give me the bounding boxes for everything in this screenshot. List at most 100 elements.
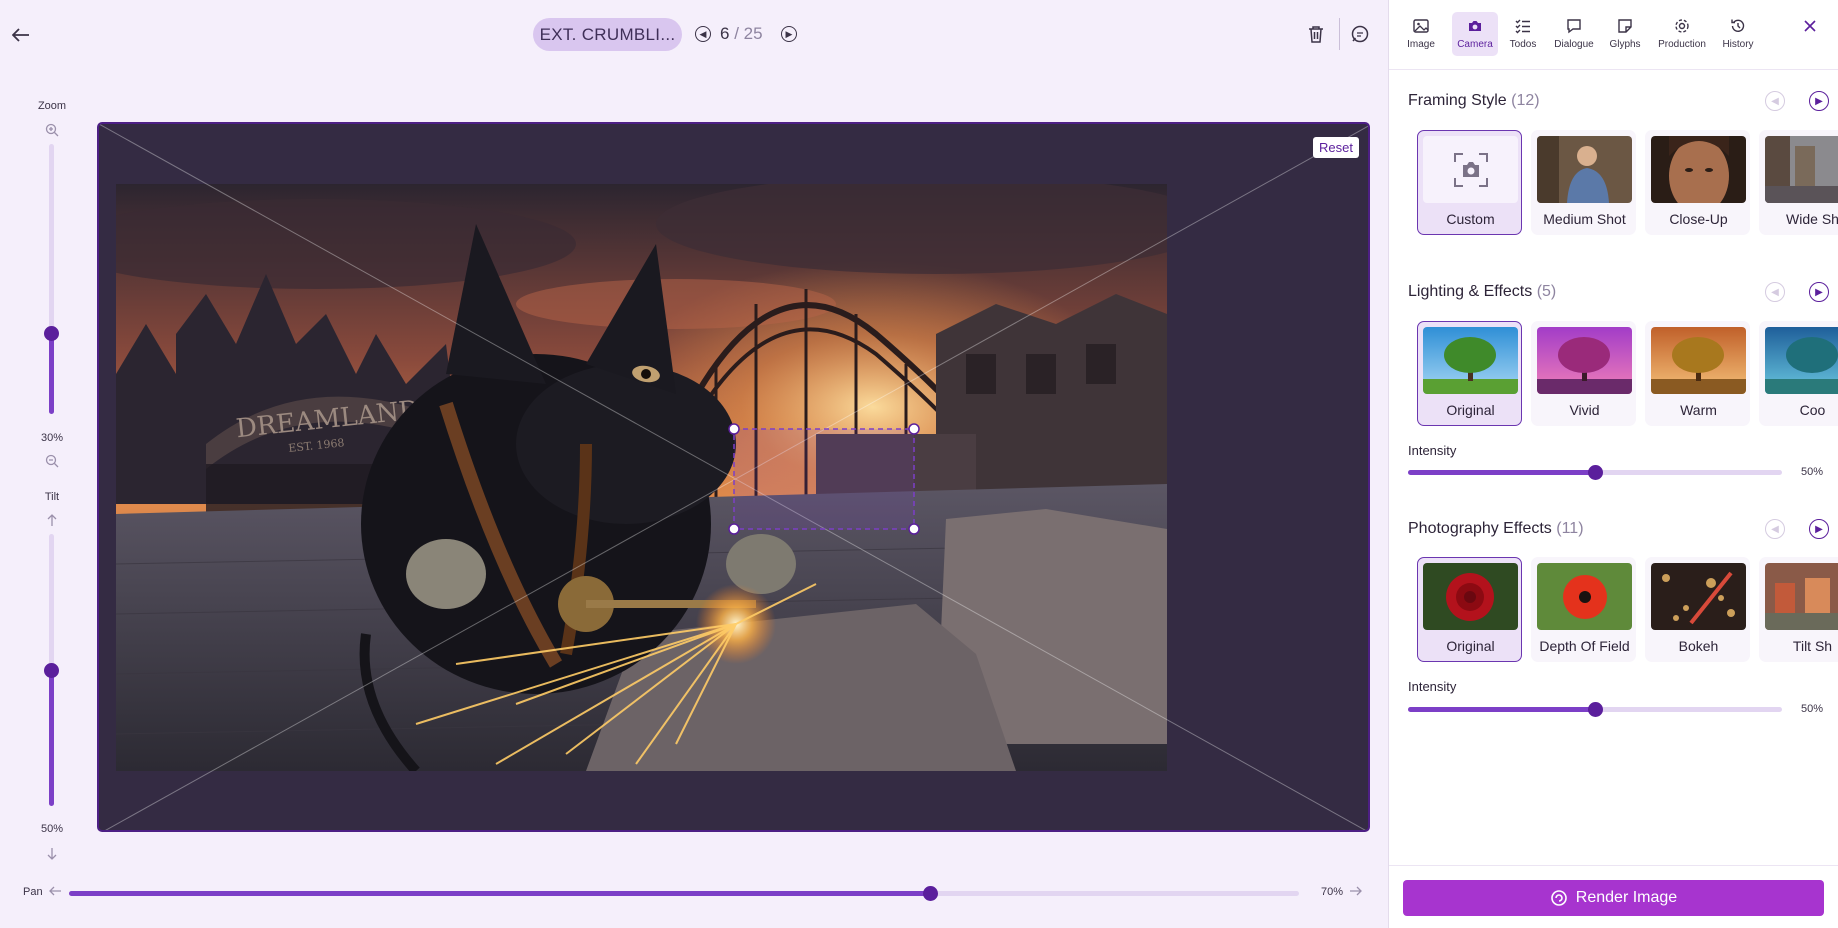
card-label: Medium Shot (1543, 211, 1626, 227)
photography-next-button[interactable]: ▶ (1809, 519, 1829, 539)
card-label: Vivid (1569, 402, 1600, 418)
history-icon (1731, 19, 1745, 32)
tab-image[interactable]: Image (1401, 12, 1441, 56)
gear-icon (1675, 19, 1689, 33)
prev-page-button[interactable]: ◀ (695, 26, 711, 42)
scene-title-pill[interactable]: EXT. CRUMBLI... (533, 18, 682, 51)
zoom-out-icon[interactable] (44, 454, 60, 471)
tilt-slider-thumb[interactable] (44, 663, 59, 678)
tab-glyphs[interactable]: Glyphs (1603, 12, 1647, 56)
arrow-down-icon[interactable] (44, 847, 60, 864)
toolbar-divider (1339, 18, 1340, 50)
arrow-right-small-icon[interactable] (1349, 884, 1363, 902)
photo-card-tilt-shift[interactable]: Tilt Sh (1759, 557, 1838, 662)
tilt-slider[interactable] (44, 534, 59, 806)
tab-todos[interactable]: Todos (1503, 12, 1543, 56)
image-stage[interactable]: DREAMLAND EST. 1968 Reset (97, 122, 1370, 832)
framing-style-title: Framing Style (12) (1408, 92, 1540, 110)
canvas-area: EXT. CRUMBLI... ◀ 6 / 25 ▶ Zoom 30% Tilt (0, 0, 1388, 928)
card-label: Wide Sh (1786, 211, 1838, 227)
arrow-up-icon[interactable] (44, 513, 60, 530)
lighting-intensity-label: Intensity (1408, 443, 1457, 458)
trash-icon (1309, 26, 1323, 43)
photo-card-bokeh[interactable]: Bokeh (1645, 557, 1750, 662)
zoom-slider[interactable] (44, 144, 59, 414)
lighting-card-original[interactable]: Original (1417, 321, 1522, 426)
framing-card-medium-shot[interactable]: Medium Shot (1531, 130, 1636, 235)
card-label: Tilt Sh (1792, 638, 1833, 654)
comment-icon (1351, 25, 1369, 43)
lighting-intensity-slider[interactable] (1408, 465, 1782, 480)
card-label: Bokeh (1678, 638, 1719, 654)
tab-production[interactable]: Production (1651, 12, 1713, 56)
framing-card-custom[interactable]: Custom (1417, 130, 1522, 235)
lighting-intensity-fill (1408, 470, 1595, 475)
card-thumb (1423, 327, 1518, 394)
card-label: Depth Of Field (1539, 638, 1630, 654)
camera-panel: Image Camera Todos Dialogue Glyphs Produ… (1388, 0, 1838, 928)
lighting-card-warm[interactable]: Warm (1645, 321, 1750, 426)
zoom-label: Zoom (37, 100, 67, 112)
lighting-intensity-thumb[interactable] (1588, 465, 1603, 480)
lighting-effects-options: Original Vivid Warm Coo (1389, 321, 1838, 431)
photo-card-original[interactable]: Original (1417, 557, 1522, 662)
card-thumb (1537, 563, 1632, 630)
comments-button[interactable] (1350, 24, 1370, 46)
photography-intensity-thumb[interactable] (1588, 702, 1603, 717)
card-thumb (1651, 136, 1746, 203)
tab-label: Glyphs (1609, 39, 1641, 50)
next-page-button[interactable]: ▶ (781, 26, 797, 42)
page-counter: 6 / 25 (720, 24, 763, 44)
card-thumb (1765, 563, 1838, 630)
card-thumb (1423, 563, 1518, 630)
close-panel-button[interactable] (1804, 16, 1816, 37)
chevron-right-icon: ▶ (1815, 286, 1823, 298)
zoom-slider-thumb[interactable] (44, 326, 59, 341)
tab-label: Todos (1509, 39, 1537, 50)
pan-slider-thumb[interactable] (923, 886, 938, 901)
custom-camera-icon (1453, 152, 1488, 187)
image-icon (1413, 19, 1429, 33)
lighting-next-button[interactable]: ▶ (1809, 282, 1829, 302)
lighting-card-cool[interactable]: Coo (1759, 321, 1838, 426)
lighting-prev-button[interactable]: ◀ (1765, 282, 1785, 302)
zoom-slider-fill (49, 333, 54, 414)
card-label: Warm (1680, 402, 1717, 418)
chevron-right-icon: ▶ (1815, 523, 1823, 535)
chevron-right-icon: ▶ (785, 28, 793, 39)
pan-slider-fill (69, 891, 930, 896)
framing-card-close-up[interactable]: Close-Up (1645, 130, 1750, 235)
delete-button[interactable] (1307, 24, 1327, 46)
arrow-left-small-icon[interactable] (48, 884, 62, 902)
reset-button[interactable]: Reset (1313, 137, 1359, 158)
back-button[interactable] (8, 20, 34, 50)
lighting-card-vivid[interactable]: Vivid (1531, 321, 1636, 426)
section-count: (12) (1511, 92, 1540, 109)
card-label: Custom (1446, 211, 1495, 227)
tab-camera[interactable]: Camera (1452, 12, 1498, 56)
photography-intensity-label: Intensity (1408, 679, 1457, 694)
zoom-in-icon[interactable] (44, 123, 60, 140)
pan-slider[interactable] (69, 886, 1299, 901)
chevron-right-icon: ▶ (1815, 95, 1823, 107)
panel-tabs: Image Camera Todos Dialogue Glyphs Produ… (1389, 0, 1838, 70)
lighting-intensity-value: 50% (1801, 466, 1824, 478)
tab-history[interactable]: History (1715, 12, 1761, 56)
photo-card-depth-of-field[interactable]: Depth Of Field (1531, 557, 1636, 662)
chevron-left-icon: ◀ (1771, 523, 1779, 535)
card-label: Original (1446, 402, 1495, 418)
chevron-left-icon: ◀ (1771, 286, 1779, 298)
render-image-button[interactable]: Render Image (1403, 880, 1824, 916)
tab-label: Camera (1457, 39, 1493, 50)
photography-intensity-slider[interactable] (1408, 702, 1782, 717)
card-thumb (1651, 327, 1746, 394)
top-bar: EXT. CRUMBLI... ◀ 6 / 25 ▶ (0, 0, 1388, 70)
checklist-icon (1515, 19, 1530, 34)
photography-intensity-fill (1408, 707, 1595, 712)
framing-card-wide-shot[interactable]: Wide Sh (1759, 130, 1838, 235)
photography-prev-button[interactable]: ◀ (1765, 519, 1785, 539)
section-title-text: Lighting & Effects (1408, 283, 1533, 300)
framing-prev-button[interactable]: ◀ (1765, 91, 1785, 111)
tab-dialogue[interactable]: Dialogue (1547, 12, 1601, 56)
framing-next-button[interactable]: ▶ (1809, 91, 1829, 111)
